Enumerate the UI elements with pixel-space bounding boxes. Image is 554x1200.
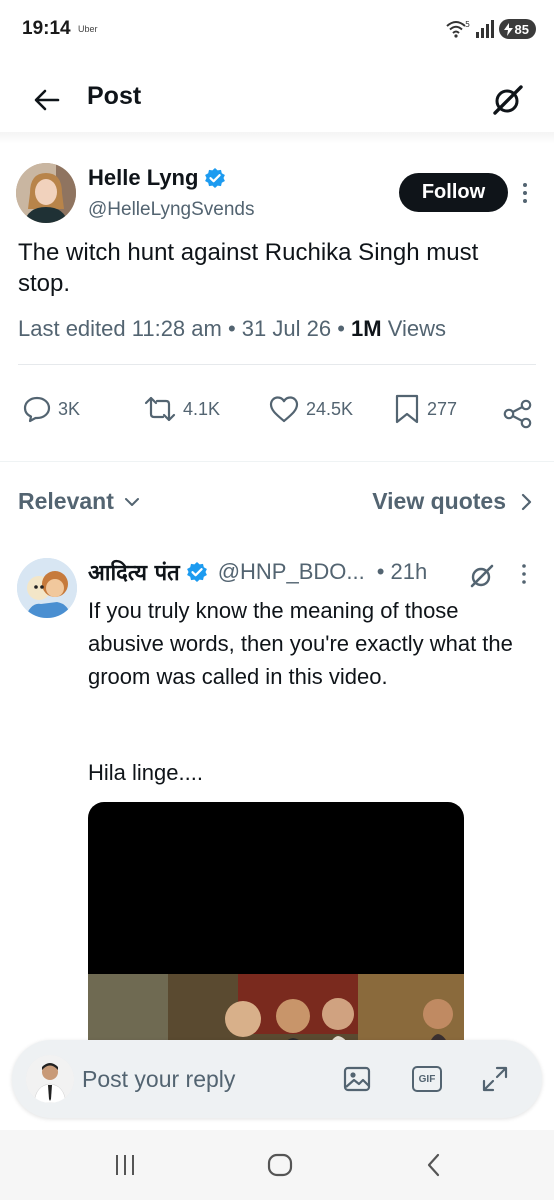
section-divider [0,461,554,462]
reply-text: If you truly know the meaning of those a… [88,598,513,689]
gif-icon[interactable]: GIF [412,1066,442,1092]
post-date: 31 Jul 26 [241,316,332,341]
reply-author-avatar[interactable] [17,558,77,618]
bookmark-count: 277 [427,398,458,419]
header-shadow [0,132,554,144]
gif-label: GIF [418,1073,436,1085]
status-time: 19:14 [22,18,71,39]
repost-icon [144,396,176,422]
views-label: Views [381,316,446,341]
svg-text:5: 5 [465,20,470,29]
divider [18,364,536,365]
verified-badge-icon [186,562,207,582]
verified-badge-icon [205,168,226,188]
chevron-down-icon [124,497,139,506]
bookmark-action[interactable]: 277 [393,389,457,429]
author-avatar[interactable] [16,163,76,223]
status-icons: 5 85 [445,18,536,40]
page-title: Post [87,82,142,110]
author-handle[interactable]: @HelleLyngSvends [88,199,254,221]
more-options-icon[interactable] [518,181,532,205]
reply-author-name[interactable]: आदित्य पंत [88,557,180,587]
follow-button[interactable]: Follow [399,173,508,212]
action-bar: 3K 4.1K 24.5K 277 [0,389,554,429]
wifi-icon: 5 [445,20,470,38]
battery-charging-icon: 85 [498,19,536,39]
reply-header: आदित्य पंत @HNP_BDO... • 21h [88,557,427,587]
like-action[interactable]: 24.5K [268,389,353,429]
share-icon[interactable] [502,394,534,434]
user-avatar[interactable] [26,1055,74,1103]
chevron-right-icon [521,493,532,510]
reply-icon [23,396,51,423]
reply-text-line2: Hila linge.... [88,760,203,785]
views-count: 1M [351,316,382,341]
repost-action[interactable]: 4.1K [143,389,220,429]
sort-dropdown[interactable]: Relevant [18,488,140,515]
meta-separator-1: • [221,316,242,341]
recent-apps-icon[interactable] [110,1150,140,1180]
back-arrow-icon[interactable] [30,83,64,117]
post-text: The witch hunt against Ruchika Singh mus… [18,239,479,297]
reply-count: 3K [58,398,81,419]
grok-icon[interactable] [490,82,526,118]
back-nav-icon[interactable] [420,1150,450,1180]
reply-input[interactable] [82,1062,322,1096]
reply-author-handle[interactable]: @HNP_BDO... [218,559,365,585]
reply-time: • 21h [376,559,428,584]
more-options-icon[interactable] [518,562,530,586]
heart-icon [269,396,299,423]
post-edited-time[interactable]: Last edited 11:28 am [18,316,222,341]
author-name[interactable]: Helle Lyng [88,165,198,191]
author-name-row: Helle Lyng [88,165,226,191]
top-app-bar: Post [0,64,554,134]
meta-separator-2: • [331,316,352,341]
grok-icon[interactable] [468,562,496,590]
status-bar: 19:14 Uber 5 85 [0,0,554,60]
sort-label: Relevant [18,488,114,514]
system-nav-bar [0,1130,554,1200]
reply-action[interactable]: 3K [22,389,80,429]
view-quotes-link[interactable]: View quotes [372,488,532,515]
replies-sort-row: Relevant View quotes [0,480,554,524]
view-quotes-label: View quotes [372,488,506,514]
image-icon[interactable] [342,1064,372,1094]
signal-icon [475,20,494,38]
reply-composer: GIF [12,1040,542,1118]
home-icon[interactable] [265,1150,295,1180]
status-app-indicator: Uber [78,24,98,34]
post-meta: Last edited 11:28 am • 31 Jul 26 • 1M Vi… [18,316,446,342]
repost-count: 4.1K [183,398,221,419]
like-count: 24.5K [306,398,354,419]
battery-level: 85 [514,21,529,37]
bookmark-icon [395,394,419,424]
expand-icon[interactable] [480,1064,510,1094]
